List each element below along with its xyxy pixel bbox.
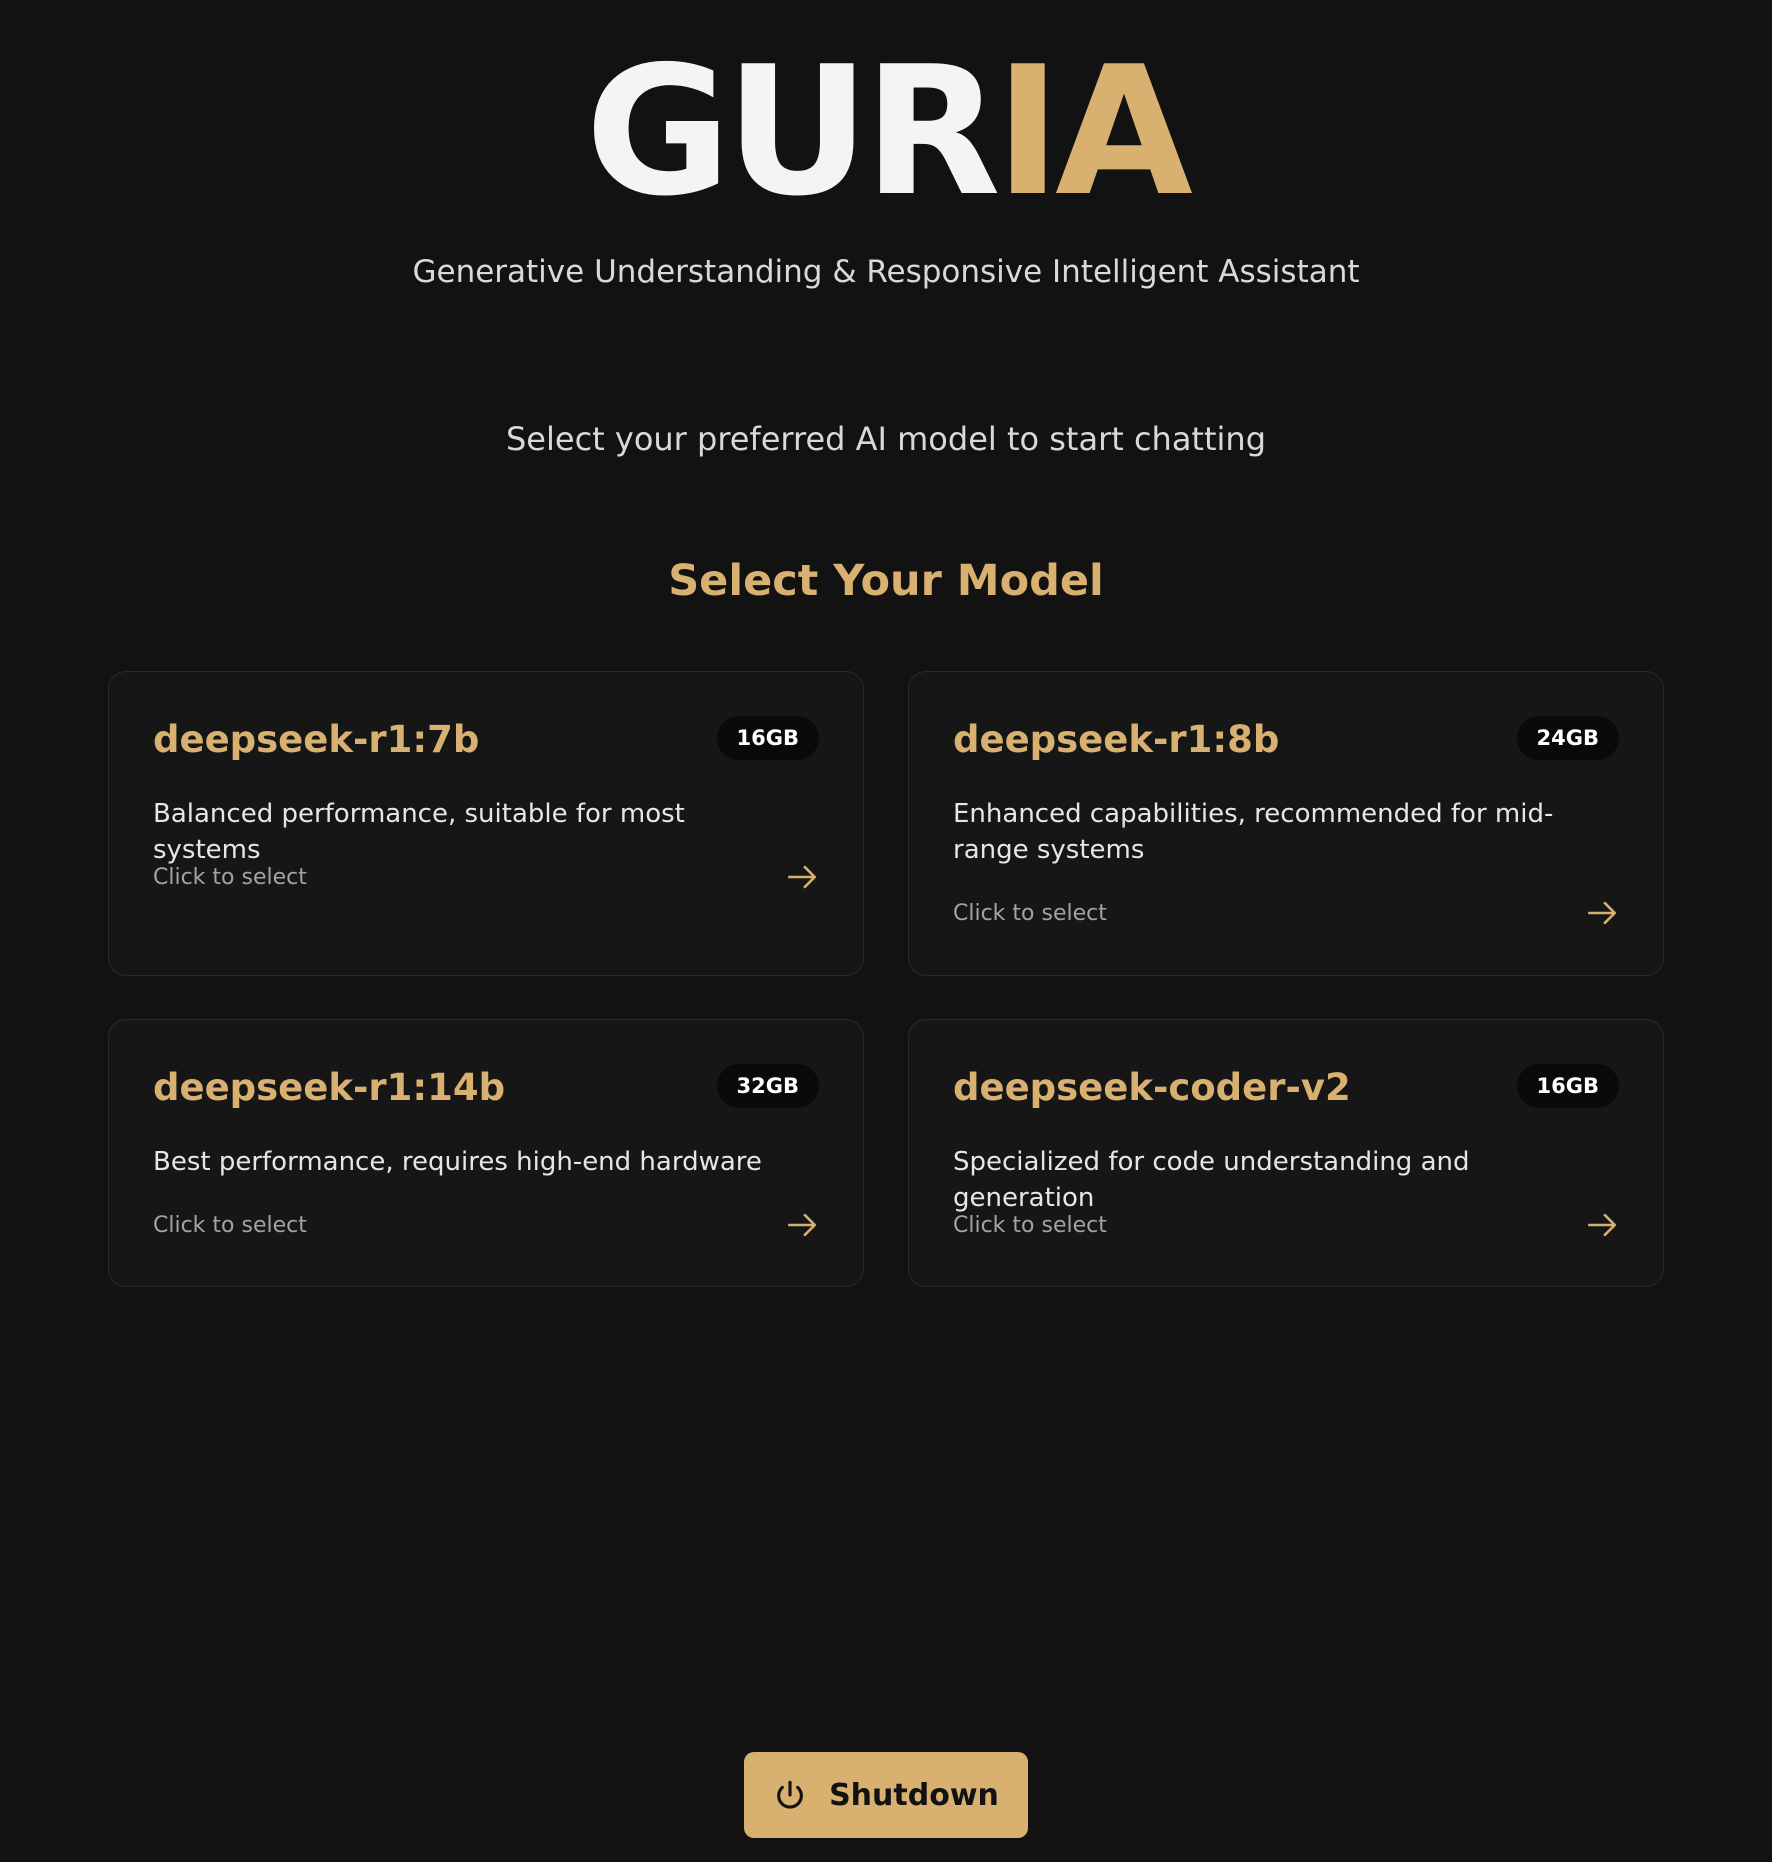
model-card-deepseek-r1-14b[interactable]: deepseek-r1:14b 32GB Best performance, r… — [108, 1019, 864, 1287]
logo-text-ia: IA — [994, 28, 1193, 235]
arrow-right-icon[interactable] — [1585, 1208, 1619, 1242]
click-to-select-hint: Click to select — [153, 865, 307, 890]
arrow-right-icon[interactable] — [1585, 896, 1619, 930]
model-card-deepseek-r1-7b[interactable]: deepseek-r1:7b 16GB Balanced performance… — [108, 671, 864, 976]
model-size-badge: 16GB — [716, 716, 819, 760]
click-to-select-hint: Click to select — [953, 901, 1107, 926]
shutdown-label: Shutdown — [829, 1777, 999, 1813]
shutdown-button[interactable]: Shutdown — [744, 1752, 1028, 1838]
logo-text-gur: GUR — [585, 28, 1001, 235]
click-to-select-hint: Click to select — [953, 1213, 1107, 1238]
model-size-badge: 24GB — [1516, 716, 1619, 760]
model-card-deepseek-coder-v2[interactable]: deepseek-coder-v2 16GB Specialized for c… — [908, 1019, 1664, 1287]
model-size-badge: 32GB — [716, 1064, 819, 1108]
model-description: Enhanced capabilities, recommended for m… — [953, 799, 1554, 865]
model-size-badge: 16GB — [1516, 1064, 1619, 1108]
model-select-prompt: Select your preferred AI model to start … — [505, 420, 1266, 458]
model-name: deepseek-r1:14b — [153, 1066, 506, 1109]
section-title: Select Your Model — [668, 556, 1104, 606]
card-footer: Click to select — [153, 1206, 819, 1246]
card-footer: Click to select — [953, 894, 1619, 934]
arrow-right-icon[interactable] — [785, 860, 819, 894]
click-to-select-hint: Click to select — [153, 1213, 307, 1238]
model-name: deepseek-coder-v2 — [953, 1066, 1351, 1109]
app-subtitle: Generative Understanding & Responsive In… — [412, 254, 1360, 290]
power-icon — [777, 1780, 803, 1809]
card-footer: Click to select — [953, 1206, 1619, 1246]
model-card-deepseek-r1-8b[interactable]: deepseek-r1:8b 24GB Enhanced capabilitie… — [908, 671, 1664, 976]
model-name: deepseek-r1:7b — [153, 718, 480, 761]
card-footer: Click to select — [153, 858, 819, 898]
model-description: Best performance, requires high-end hard… — [153, 1147, 762, 1177]
app-logo: GURIA — [0, 34, 1772, 230]
model-name: deepseek-r1:8b — [953, 718, 1280, 761]
arrow-right-icon[interactable] — [785, 1208, 819, 1242]
